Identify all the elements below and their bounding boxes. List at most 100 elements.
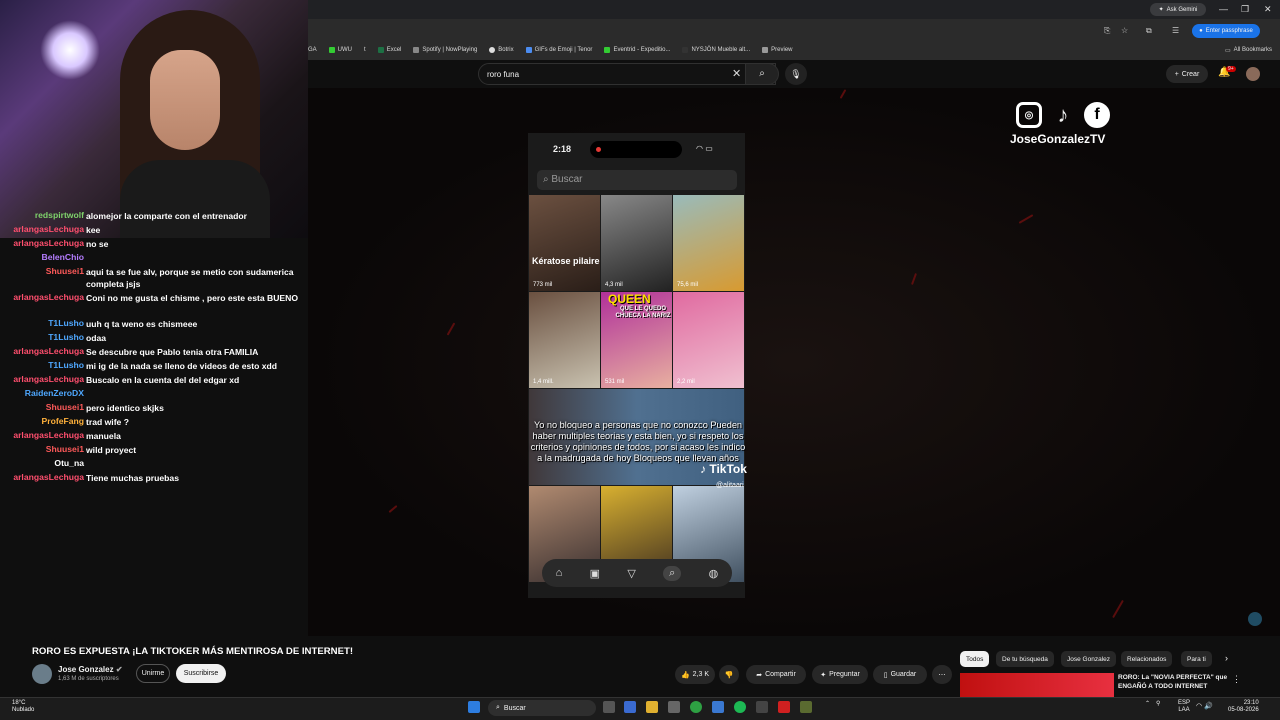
bookmark-item[interactable]: t [364, 47, 366, 53]
chat-username[interactable]: arlangasLechuga [13, 238, 84, 248]
menu-icon[interactable]: ☰ [1172, 26, 1179, 35]
ask-button[interactable]: ✦ Preguntar [812, 665, 868, 684]
network-icon[interactable]: ◠ 🔊 [1196, 702, 1213, 710]
chat-username[interactable]: ProfeFang [42, 416, 85, 426]
bookmark-item[interactable]: Botrix [489, 47, 514, 53]
chat-username[interactable]: Shuusei1 [46, 402, 84, 412]
chat-username[interactable]: BelenChio [42, 252, 85, 262]
more-actions-button[interactable]: ⋯ [932, 665, 952, 684]
like-button[interactable]: 👍 2,3 K [675, 665, 715, 684]
bookmark-item[interactable]: Excel [377, 47, 401, 53]
weather-widget[interactable]: 18°C Nublado [12, 700, 34, 714]
save-button[interactable]: ▯ Guardar [873, 665, 927, 684]
plus-icon: + [1174, 70, 1179, 78]
spotify-icon[interactable] [734, 701, 746, 713]
share-button[interactable]: ➦ Compartir [746, 665, 806, 684]
join-button[interactable]: Unirme [136, 664, 170, 683]
chat-username[interactable]: arlangasLechuga [13, 472, 84, 482]
bookmark-item[interactable]: Eventrid - Expeditio... [604, 47, 670, 53]
channel-avatar[interactable] [32, 664, 52, 684]
subscribe-button[interactable]: Suscribirse [176, 664, 226, 683]
chat-username[interactable]: T1Lusho [48, 332, 84, 342]
close-window-button[interactable]: ✕ [1264, 4, 1272, 15]
system-tray[interactable]: ⌃ ⚲ [1145, 700, 1160, 707]
create-button[interactable]: + Crear [1166, 65, 1208, 83]
instagram-icon: ◎ [1016, 102, 1042, 128]
language-indicator[interactable]: ESP LAA [1178, 700, 1190, 714]
mic-icon: 🎙 [790, 69, 802, 79]
decor-streak [446, 322, 456, 336]
chat-username[interactable]: RaidenZeroDX [25, 388, 84, 398]
app-icon[interactable] [800, 701, 812, 713]
clock-date: 05-08-2026 [1228, 707, 1259, 713]
phone-time: 2:18 [553, 144, 572, 154]
like-count: 2,3 K [692, 671, 710, 678]
recommended-thumbnail[interactable] [960, 673, 1114, 697]
bookmark-item[interactable]: UWU [328, 47, 352, 53]
chat-username[interactable]: T1Lusho [48, 318, 84, 328]
chat-username[interactable]: arlangasLechuga [13, 346, 84, 356]
create-label: Crear [1181, 70, 1200, 78]
chat-username[interactable]: Otu_na [54, 458, 84, 468]
bookmark-item[interactable]: Spotify | NowPlaying [413, 47, 477, 53]
app-icon[interactable] [756, 701, 768, 713]
clear-search-icon[interactable]: ✕ [732, 67, 741, 80]
taskbar-search[interactable]: ⌕ Buscar [488, 700, 596, 716]
maximize-button[interactable]: ❐ [1241, 4, 1249, 15]
search-button[interactable]: ⌕ [745, 63, 779, 85]
more-vert-icon[interactable]: ⋮ [1232, 674, 1241, 685]
all-bookmarks[interactable]: ▭ All Bookmarks [1225, 47, 1280, 54]
tile-caption: Kératose pilaire [532, 256, 600, 266]
chat-username[interactable]: T1Lusho [48, 360, 84, 370]
channel-name[interactable]: Jose Gonzalez ✔ [58, 665, 123, 674]
weather-desc: Nublado [12, 707, 35, 713]
video-player[interactable] [308, 88, 1280, 636]
ask-label: Preguntar [829, 671, 860, 678]
chat-text: kee [86, 225, 101, 235]
chat-username[interactable]: arlangasLechuga [13, 224, 84, 234]
chip-for-you[interactable]: Para ti [1181, 651, 1212, 667]
settings-fab[interactable] [1248, 612, 1262, 626]
dislike-button[interactable]: 👎 [719, 665, 739, 684]
chat-username[interactable]: arlangasLechuga [13, 292, 84, 302]
clock-time: 23:10 [1243, 700, 1259, 706]
enter-passphrase-button[interactable]: ● Enter passphrase [1192, 24, 1260, 38]
chat-text: pero identico skjks [86, 403, 164, 413]
chip-related[interactable]: Relacionados [1121, 651, 1173, 667]
chrome-icon[interactable] [690, 701, 702, 713]
bookmark-item[interactable]: GA [308, 47, 317, 53]
file-explorer-icon[interactable] [646, 701, 658, 713]
chat-message: T1Lusho odaa [0, 332, 320, 346]
minimize-button[interactable]: — [1219, 4, 1228, 14]
chip-channel[interactable]: Jose Gonzalez [1061, 651, 1116, 667]
voice-search-button[interactable]: 🎙 [785, 63, 807, 85]
bookmark-item[interactable]: NYSJÖN Mueble alt... [682, 47, 750, 53]
search-icon: ⌕ [496, 704, 500, 711]
chat-text: no se [86, 239, 109, 249]
extensions-icon[interactable]: ⧉ [1146, 26, 1152, 36]
chip-from-search[interactable]: De tu búsqueda [996, 651, 1054, 667]
bookmark-item[interactable]: GIFs de Emoji | Tenor [525, 47, 592, 53]
install-app-icon[interactable]: ⎘ [1104, 26, 1110, 36]
chat-username[interactable]: Shuusei1 [46, 266, 84, 276]
app-icon[interactable] [778, 701, 790, 713]
taskbar-clock[interactable]: 23:10 05-08-2026 [1228, 700, 1259, 714]
chevron-right-icon[interactable]: › [1225, 653, 1228, 663]
chip-all[interactable]: Todos [960, 651, 990, 667]
home-icon: ⌂ [555, 567, 563, 579]
ask-gemini-button[interactable]: ✦ Ask Gemini [1150, 3, 1206, 16]
avatar[interactable] [1246, 67, 1260, 81]
chat-username[interactable]: arlangasLechuga [13, 374, 84, 384]
task-view-icon[interactable] [603, 701, 615, 713]
chat-username[interactable]: redspirtwolf [35, 210, 84, 220]
app-icon[interactable] [712, 701, 724, 713]
recommended-title[interactable]: RORO: La "NOVIA PERFECTA" que ENGAÑÓ A T… [1118, 673, 1230, 691]
chat-username[interactable]: Shuusei1 [46, 444, 84, 454]
windows-start-icon[interactable] [468, 701, 480, 713]
bookmark-item[interactable]: Preview [762, 47, 793, 53]
search-icon: ⌕ [759, 68, 765, 79]
app-icon[interactable] [624, 701, 636, 713]
chat-username[interactable]: arlangasLechuga [13, 430, 84, 440]
bookmark-star-icon[interactable]: ☆ [1121, 26, 1128, 35]
app-icon[interactable] [668, 701, 680, 713]
